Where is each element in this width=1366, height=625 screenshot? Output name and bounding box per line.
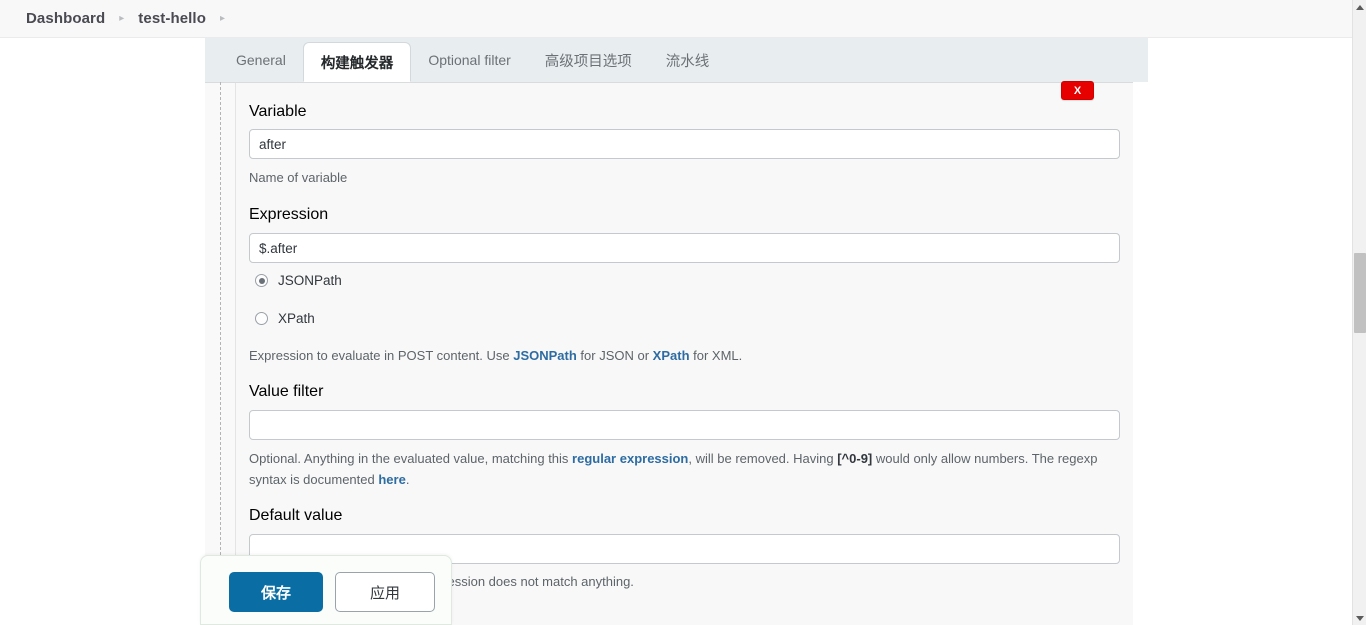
radio-xpath-icon[interactable]	[255, 312, 268, 325]
variable-input[interactable]	[249, 129, 1120, 159]
xpath-link[interactable]: XPath	[653, 348, 690, 363]
tab-advanced-project-options[interactable]: 高级项目选项	[528, 38, 649, 82]
value-filter-label: Value filter	[249, 383, 324, 400]
value-filter-input[interactable]	[249, 410, 1120, 440]
value-filter-help-part-4: .	[405, 472, 410, 487]
sticky-save-bar: 保存 应用	[200, 555, 452, 625]
expression-help: Expression to evaluate in POST content. …	[249, 345, 1120, 366]
expression-type-jsonpath[interactable]: JSONPath	[255, 273, 342, 288]
radio-xpath-label[interactable]: XPath	[278, 311, 315, 326]
tab-optional-filter[interactable]: Optional filter	[411, 38, 527, 82]
scrollbar-thumb[interactable]	[1354, 253, 1366, 333]
expression-help-mid: for JSON or	[576, 348, 653, 363]
apply-button[interactable]: 应用	[335, 572, 435, 612]
breadcrumb-dropdown-icon[interactable]: ▸	[220, 13, 225, 24]
value-filter-help: Optional. Anything in the evaluated valu…	[249, 448, 1120, 490]
browser-viewport: Dashboard ▸ test-hello ▸ General 构建触发器 O…	[0, 0, 1366, 625]
breadcrumb-separator-icon: ▸	[119, 13, 125, 24]
save-button[interactable]: 保存	[229, 572, 323, 612]
repeatable-group-rail	[220, 82, 221, 625]
tab-build-triggers[interactable]: 构建触发器	[302, 42, 412, 82]
config-tabbar: General 构建触发器 Optional filter 高级项目选项 流水线	[205, 38, 1148, 82]
breadcrumb-item-job[interactable]: test-hello	[138, 10, 206, 27]
delete-parameter-button[interactable]: X	[1061, 81, 1094, 100]
radio-jsonpath-label[interactable]: JSONPath	[278, 273, 342, 288]
radio-jsonpath-icon[interactable]	[255, 274, 268, 287]
page-right-gutter	[1148, 38, 1352, 625]
value-filter-help-code: [^0-9]	[837, 451, 873, 466]
expression-input[interactable]	[249, 233, 1120, 263]
tab-general[interactable]: General	[219, 38, 303, 82]
variable-label: Variable	[249, 103, 307, 120]
value-filter-help-part-1: Optional. Anything in the evaluated valu…	[249, 451, 573, 466]
scroll-down-arrow-icon[interactable]	[1353, 611, 1366, 625]
jsonpath-link[interactable]: JSONPath	[513, 348, 577, 363]
regexp-docs-link[interactable]: here	[378, 472, 405, 487]
breadcrumb-item-dashboard[interactable]: Dashboard	[26, 10, 105, 27]
expression-help-prefix: Expression to evaluate in POST content. …	[249, 348, 514, 363]
tab-pipeline[interactable]: 流水线	[649, 38, 727, 82]
variable-help: Name of variable	[249, 170, 348, 185]
regular-expression-link[interactable]: regular expression	[572, 451, 688, 466]
save-bar-actions: 保存 应用	[229, 572, 435, 612]
breadcrumb: Dashboard ▸ test-hello ▸	[0, 0, 1352, 38]
expression-help-suffix: for XML.	[689, 348, 743, 363]
default-value-label: Default value	[249, 507, 343, 524]
expression-type-xpath[interactable]: XPath	[255, 311, 315, 326]
expression-label: Expression	[249, 206, 329, 223]
scroll-up-arrow-icon[interactable]	[1353, 0, 1366, 14]
vertical-scrollbar[interactable]	[1352, 0, 1366, 625]
value-filter-help-part-2: , will be removed. Having	[688, 451, 838, 466]
